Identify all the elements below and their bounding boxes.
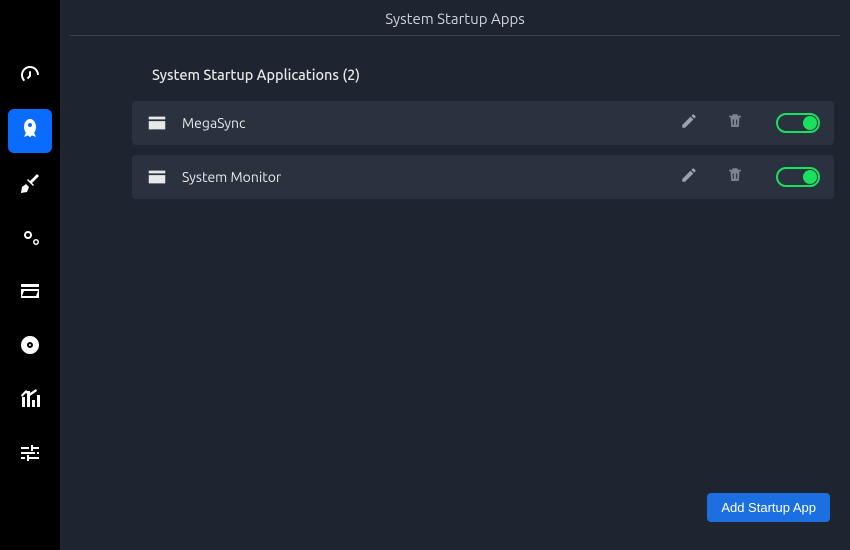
startup-app-name: System Monitor bbox=[182, 169, 656, 185]
gauge-icon bbox=[18, 63, 42, 91]
sliders-icon bbox=[18, 441, 42, 469]
pencil-icon bbox=[680, 112, 698, 134]
sidebar-item-resources[interactable] bbox=[8, 379, 52, 423]
disk-icon bbox=[18, 333, 42, 361]
main-content: System Startup Apps System Startup Appli… bbox=[60, 0, 850, 550]
sidebar-item-processes[interactable] bbox=[8, 271, 52, 315]
enable-toggle[interactable] bbox=[776, 113, 820, 133]
startup-app-row: MegaSync bbox=[132, 101, 834, 145]
sidebar-item-dashboard[interactable] bbox=[8, 55, 52, 99]
enable-toggle[interactable] bbox=[776, 167, 820, 187]
sidebar-item-services[interactable] bbox=[8, 217, 52, 261]
startup-app-list: MegaSync System Monitor bbox=[70, 101, 840, 199]
toggle-knob bbox=[803, 116, 817, 130]
delete-button[interactable] bbox=[722, 164, 748, 190]
chart-icon bbox=[18, 387, 42, 415]
sidebar-item-startup[interactable] bbox=[8, 109, 52, 153]
pencil-icon bbox=[680, 166, 698, 188]
trash-icon bbox=[726, 112, 744, 134]
section-title: System Startup Applications (2) bbox=[152, 66, 840, 83]
sidebar-item-packages[interactable] bbox=[8, 325, 52, 369]
rocket-icon bbox=[18, 117, 42, 145]
startup-app-name: MegaSync bbox=[182, 115, 656, 131]
application-icon bbox=[146, 112, 168, 134]
sidebar bbox=[0, 0, 60, 550]
delete-button[interactable] bbox=[722, 110, 748, 136]
broom-icon bbox=[18, 171, 42, 199]
application-icon bbox=[146, 166, 168, 188]
page-title: System Startup Apps bbox=[70, 0, 840, 36]
add-startup-app-button[interactable]: Add Startup App bbox=[707, 493, 830, 522]
gears-icon bbox=[18, 225, 42, 253]
trash-icon bbox=[726, 166, 744, 188]
sidebar-item-settings[interactable] bbox=[8, 433, 52, 477]
window-icon bbox=[18, 279, 42, 307]
toggle-knob bbox=[803, 170, 817, 184]
sidebar-item-cleaner[interactable] bbox=[8, 163, 52, 207]
startup-app-row: System Monitor bbox=[132, 155, 834, 199]
edit-button[interactable] bbox=[676, 164, 702, 190]
edit-button[interactable] bbox=[676, 110, 702, 136]
